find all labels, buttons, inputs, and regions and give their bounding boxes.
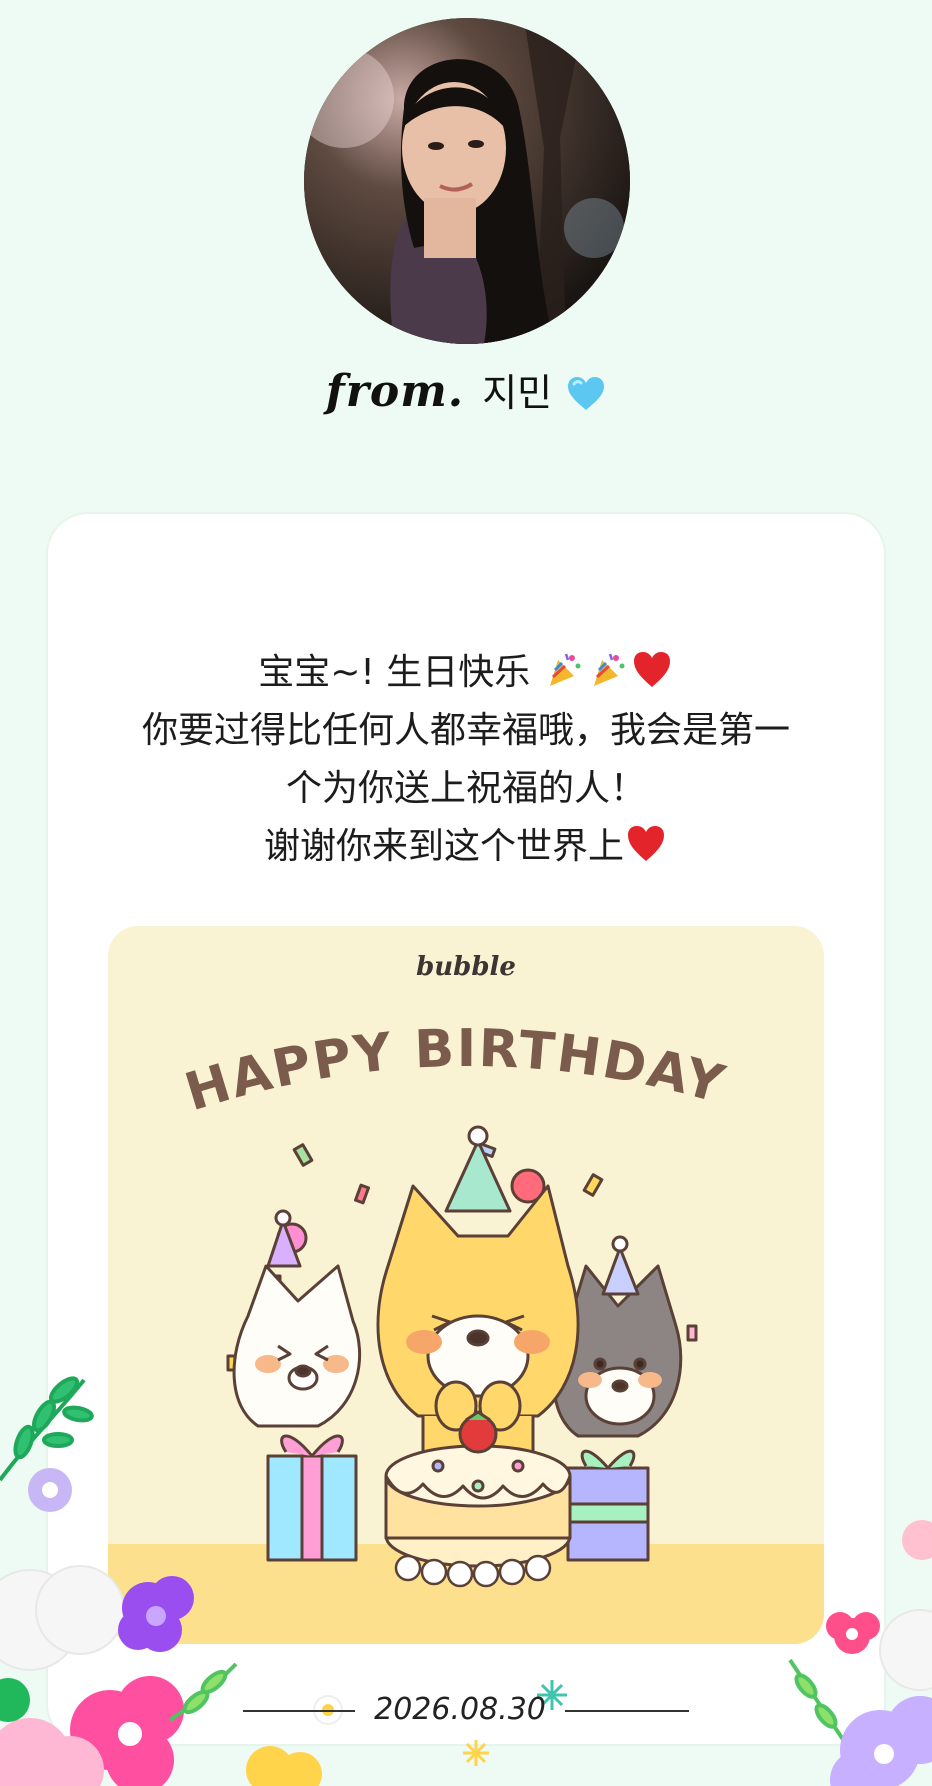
happy-birthday-headline: HAPPY BIRTHDAY! (108, 996, 732, 1123)
message-card: 宝宝~! 生日快乐 你要过得比任何人都幸福哦，我会是第一 个为你送上祝福的人！ … (48, 514, 884, 1744)
sender-line: from. 지민 (0, 362, 932, 417)
birthday-message: 宝宝~! 生日快乐 你要过得比任何人都幸福哦，我会是第一 个为你送上祝福的人！ … (48, 644, 884, 876)
blue-heart-icon (568, 377, 605, 410)
message-line-2: 你要过得比任何人都幸福哦，我会是第一 (141, 710, 790, 751)
profile-photo (304, 18, 630, 344)
svg-text:HAPPY BIRTHDAY!: HAPPY BIRTHDAY! (108, 996, 732, 1123)
message-line-3: 个为你送上祝福的人！ (285, 768, 646, 809)
party-popper-icon (549, 653, 581, 686)
birthday-card-image: bubble HAPPY BIRTHDAY! (108, 926, 824, 1644)
date-divider-left (242, 1709, 355, 1712)
message-line-4-text: 谢谢你来到这个世界上 (263, 826, 624, 867)
red-heart-icon (628, 826, 664, 861)
footer-date: 2026.08.30 (374, 1692, 546, 1727)
headline-text: HAPPY BIRTHDAY! (108, 996, 730, 1123)
from-label: from. (325, 366, 465, 417)
message-line-4: 谢谢你来到这个世界上 (48, 818, 884, 876)
message-line-1-text: 宝宝~! 生日快乐 (258, 652, 531, 693)
avatar (304, 18, 630, 344)
footer-date-row: 2026.08.30 (0, 1692, 932, 1727)
shiba-dogs-illustration (226, 1125, 698, 1588)
red-heart-icon (633, 652, 670, 687)
date-divider-right (565, 1709, 690, 1712)
message-line-1: 宝宝~! 生日快乐 (48, 644, 884, 702)
party-popper-icon (593, 653, 625, 686)
sender-name: 지민 (482, 371, 553, 415)
bubble-logo: bubble (416, 952, 516, 982)
